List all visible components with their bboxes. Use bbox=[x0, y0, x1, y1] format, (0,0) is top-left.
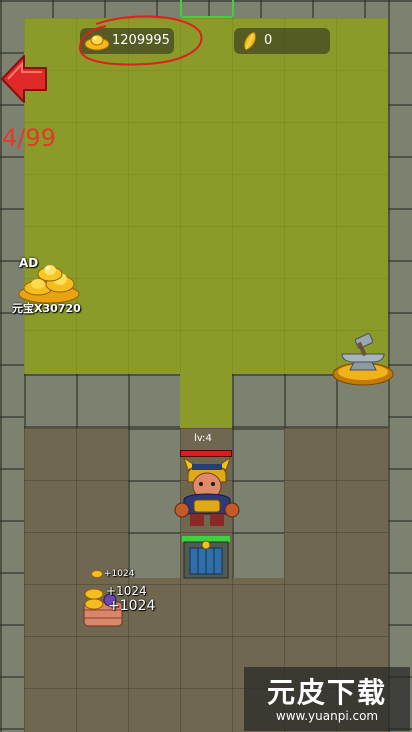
ad-reward-amount: 元宝X30720 bbox=[12, 302, 81, 315]
gate-door[interactable] bbox=[180, 534, 232, 580]
float-reward-1: +1024 bbox=[104, 569, 135, 579]
leaf-amount: 0 bbox=[264, 33, 273, 48]
float-reward-2: +1024 bbox=[106, 584, 147, 598]
gold-leaf-icon bbox=[243, 31, 257, 51]
left-stone-wall bbox=[0, 0, 24, 732]
level-counter: 4/99 bbox=[2, 124, 56, 152]
middle-wall-left bbox=[24, 374, 180, 428]
hero-level-label: lv:4 bbox=[194, 433, 212, 444]
grass-field bbox=[24, 18, 388, 374]
warrior-hero[interactable] bbox=[170, 456, 244, 528]
watermark-title: 元皮下载 bbox=[266, 676, 387, 709]
leaf-currency-bar: 0 bbox=[234, 28, 330, 54]
anvil-forge-icon[interactable] bbox=[330, 326, 396, 388]
corridor-grass bbox=[180, 374, 232, 428]
site-watermark: 元皮下载 www.yuanpi.com bbox=[244, 667, 410, 731]
back-arrow-icon[interactable] bbox=[0, 52, 48, 106]
float-reward-3: +1024 bbox=[108, 598, 156, 614]
ad-label: AD bbox=[19, 256, 39, 270]
watermark-url: www.yuanpi.com bbox=[275, 709, 379, 723]
red-circle-annotation bbox=[78, 15, 203, 66]
ad-reward-button[interactable]: AD 元宝X30720 bbox=[10, 254, 88, 318]
float-ingot-icon bbox=[91, 570, 103, 578]
